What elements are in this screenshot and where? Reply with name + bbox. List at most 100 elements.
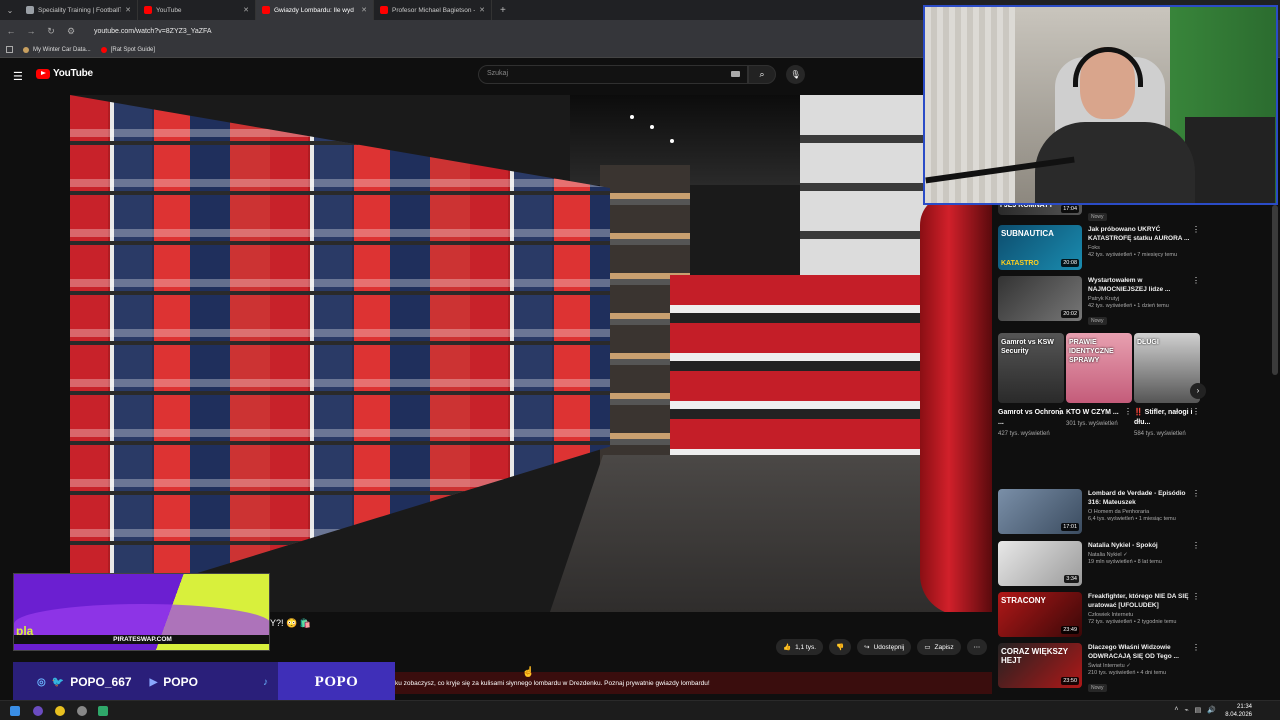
keyboard-icon[interactable] [731, 71, 740, 77]
more-options-icon[interactable]: ⋮ [1124, 407, 1132, 416]
recommendation-item[interactable]: SUBNAUTICA KATASTRO 20:08 Jak próbowano UKR… [998, 225, 1208, 275]
app-icon[interactable] [98, 706, 108, 716]
new-tab-button[interactable]: + [492, 5, 514, 16]
network-icon[interactable]: ▤ [1195, 706, 1202, 714]
youtube-logo[interactable]: YouTube [36, 68, 93, 79]
more-options-icon[interactable]: ⋮ [1056, 407, 1064, 416]
search-input[interactable]: Szukaj [478, 65, 748, 84]
bookmark-icon: ▭ [924, 644, 931, 651]
short-thumbnail-text: Gamrot vs KSW Security [1001, 339, 1054, 355]
chevron-up-icon[interactable]: ˄ [1174, 706, 1178, 714]
start-icon[interactable] [10, 706, 20, 716]
voice-search-button[interactable]: 🎙 [786, 65, 805, 84]
system-tray: ˄ ⌁ ▤ 🔊 [1174, 706, 1216, 714]
browser-tab[interactable]: Profesor Michael Bagietson - ✕ [374, 0, 492, 20]
chrome-icon[interactable] [55, 706, 65, 716]
short-title[interactable]: ‼️ Stifler, nałogi i dłu... [1134, 408, 1200, 428]
channel-name[interactable]: Człowiek Internetu [1088, 612, 1198, 618]
more-actions-button[interactable]: ⋯ [966, 639, 988, 655]
more-options-icon[interactable]: ⋮ [1192, 489, 1200, 498]
description-snippet[interactable]: ku zobaczysz, co kryje się za kulisami s… [395, 672, 992, 694]
more-options-icon[interactable]: ⋮ [1192, 643, 1200, 652]
volume-icon[interactable]: 🔊 [1207, 706, 1216, 714]
channel-name[interactable]: Patryk Krutyj [1088, 296, 1198, 302]
more-options-icon[interactable]: ⋮ [1192, 407, 1200, 416]
recommendation-item[interactable]: CORAZ WIĘKSZY HEJT 23:50 Dlaczego Właśni W… [998, 643, 1208, 693]
short-title[interactable]: Gamrot vs Ochrona ... [998, 408, 1064, 428]
bookmark-favicon-icon [23, 46, 29, 53]
screen: ⌄ Speciality Training | FootballTe ✕ YouTu… [0, 0, 1280, 720]
save-button[interactable]: ▭ Zapisz [917, 639, 961, 655]
tab-list: Speciality Training | FootballTe ✕ YouTube… [20, 0, 492, 20]
video-title[interactable]: Wystartowałem w NAJMOCNIEJSZEJ lidze ... [1088, 276, 1198, 294]
tab-favicon-icon [380, 6, 388, 14]
instagram-icon: ◎ [37, 676, 46, 688]
recommendation-item[interactable]: 17:01 Lombard de Verdade - Episódio 316: … [998, 489, 1208, 539]
new-badge: Nowy [1088, 684, 1107, 692]
search-button[interactable]: ⌕ [748, 65, 776, 84]
channel-name[interactable]: Foks [1088, 245, 1198, 251]
short-item[interactable]: Gamrot vs KSW Security Gamrot vs Ochrona … [998, 333, 1064, 438]
recommendation-item[interactable]: 3:34 Natalia Nykiel - Spokój Natalia Nykie… [998, 541, 1208, 591]
bookmark-label: [Rat Spot Guide] [110, 46, 156, 53]
video-title[interactable]: Jak próbowano UKRYĆ KATASTROFĘ statku AU… [1088, 225, 1198, 243]
back-icon[interactable]: ← [6, 26, 16, 36]
short-item[interactable]: DŁUGI ‼️ Stifler, nałogi i dłu... 584 tys.… [1134, 333, 1200, 438]
browser-tab[interactable]: Speciality Training | FootballTe ✕ [20, 0, 138, 20]
menu-icon[interactable]: ☰ [13, 70, 23, 83]
video-meta: Jak próbowano UKRYĆ KATASTROFĘ statku AU… [1088, 225, 1198, 258]
scrollbar[interactable] [1272, 205, 1278, 375]
usb-icon[interactable]: ⌁ [1184, 706, 1188, 714]
apps-icon[interactable] [6, 46, 13, 53]
short-thumbnail: Gamrot vs KSW Security [998, 333, 1064, 403]
channel-name[interactable]: O Homem da Penhoraria [1088, 509, 1198, 515]
more-options-icon[interactable]: ⋮ [1192, 276, 1200, 285]
bookmark-item[interactable]: My Winter Car Data... [23, 46, 91, 53]
video-player[interactable] [70, 95, 992, 612]
video-title[interactable]: Natalia Nykiel - Spokój [1088, 541, 1198, 550]
brand-logo: POPO [278, 662, 395, 702]
video-title[interactable]: Freakfighter, którego NIE DA SIĘ uratowa… [1088, 592, 1198, 610]
short-thumbnail: PRAWIE IDENTYCZNE SPRAWY [1066, 333, 1132, 403]
reload-icon[interactable]: ↻ [46, 26, 56, 37]
video-title: Y?! 😳 🛍️ [270, 618, 311, 628]
site-info-icon[interactable]: ⚙ [66, 26, 76, 37]
browser-tab[interactable]: Gwiazdy Lombardu: Ile wyd ✕ [256, 0, 374, 20]
video-title[interactable]: Dlaczego Właśni Widzowie ODWRACAJĄ SIĘ O… [1088, 643, 1198, 661]
like-button[interactable]: 👍 1,1 tys. [776, 639, 824, 655]
dislike-button[interactable]: 👎 [829, 639, 852, 655]
sponsor-site: PIRATESWAP.COM [14, 635, 269, 644]
shorts-next-button[interactable]: › [1190, 383, 1206, 399]
video-meta: Natalia Nykiel - Spokój Natalia Nykiel ✓ 1… [1088, 541, 1198, 565]
video-duration: 20:08 [1061, 259, 1079, 267]
video-title[interactable]: Lombard de Verdade - Episódio 316: Mateu… [1088, 489, 1198, 507]
more-options-icon[interactable]: ⋮ [1192, 225, 1200, 234]
tab-search-icon[interactable]: ⌄ [0, 6, 20, 15]
more-options-icon[interactable]: ⋮ [1192, 592, 1200, 601]
browser-tab[interactable]: YouTube ✕ [138, 0, 256, 20]
tiktok-icon: ♪ [263, 676, 268, 688]
close-icon[interactable]: ✕ [361, 6, 367, 14]
bookmark-item[interactable]: [Rat Spot Guide] [100, 46, 156, 53]
video-thumbnail: 17:01 [998, 489, 1082, 534]
short-views: 584 tys. wyświetleń [1134, 431, 1186, 437]
app-icon[interactable] [33, 706, 43, 716]
recommendation-item[interactable]: STRACONY 23:49 Freakfighter, którego NIE D… [998, 592, 1208, 642]
close-icon[interactable]: ✕ [479, 6, 485, 14]
recommendation-item[interactable]: 20:02 Wystartowałem w NAJMOCNIEJSZEJ lidz… [998, 276, 1208, 326]
short-title[interactable]: KTO W CZYM ... [1066, 408, 1132, 418]
channel-name[interactable]: Świat Internetu ✓ [1088, 663, 1198, 669]
clock[interactable]: 21:34 8.04.2026 [1225, 703, 1252, 719]
more-options-icon[interactable]: ⋮ [1192, 541, 1200, 550]
forward-icon[interactable]: → [26, 26, 36, 36]
share-button[interactable]: ↪ Udostępnij [857, 639, 912, 655]
social-overlay: ◎ 🐦 POPO_667 ▶ POPO ♪ POPO [13, 662, 395, 702]
url-field[interactable]: youtube.com/watch?v=8ZYZ3_YaZFA [94, 28, 212, 35]
close-icon[interactable]: ✕ [125, 6, 131, 14]
settings-icon[interactable] [77, 706, 87, 716]
short-item[interactable]: PRAWIE IDENTYCZNE SPRAWY KTO W CZYM ... 30… [1066, 333, 1132, 428]
channel-name[interactable]: Natalia Nykiel ✓ [1088, 552, 1198, 558]
youtube-play-icon [36, 68, 50, 79]
close-icon[interactable]: ✕ [243, 6, 249, 14]
clock-time: 21:34 [1236, 704, 1252, 710]
